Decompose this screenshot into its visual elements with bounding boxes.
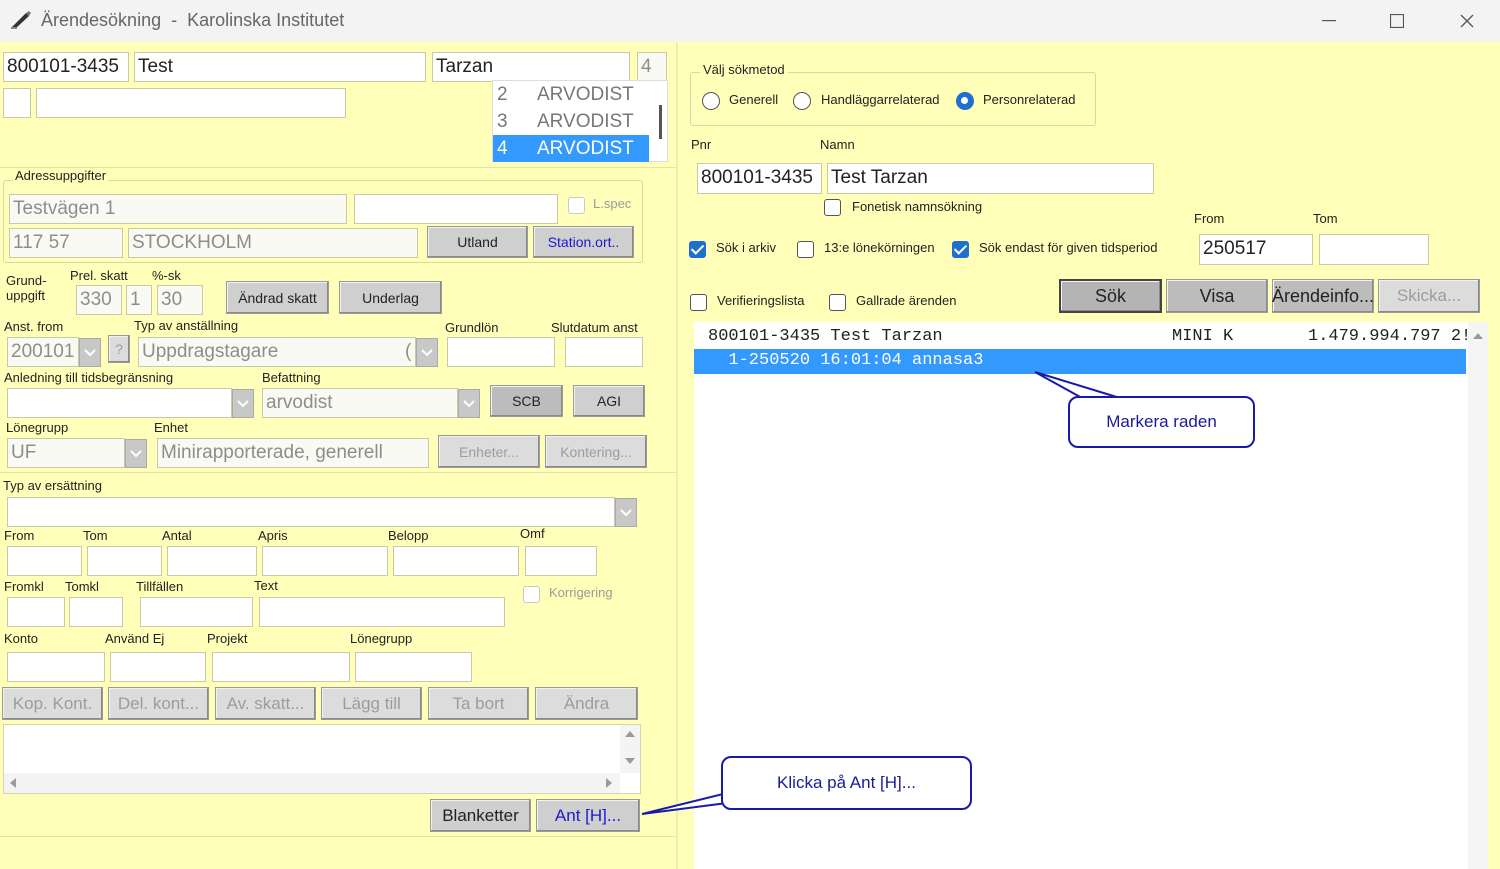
callout-klicka-ant: Klicka på Ant [H]... (721, 756, 972, 810)
callout-pointer-klicka (641, 791, 728, 815)
callout-markera-raden: Markera raden (1068, 396, 1255, 448)
callout-pointers (641, 371, 1121, 815)
callout-pointer-markera (1034, 371, 1121, 399)
